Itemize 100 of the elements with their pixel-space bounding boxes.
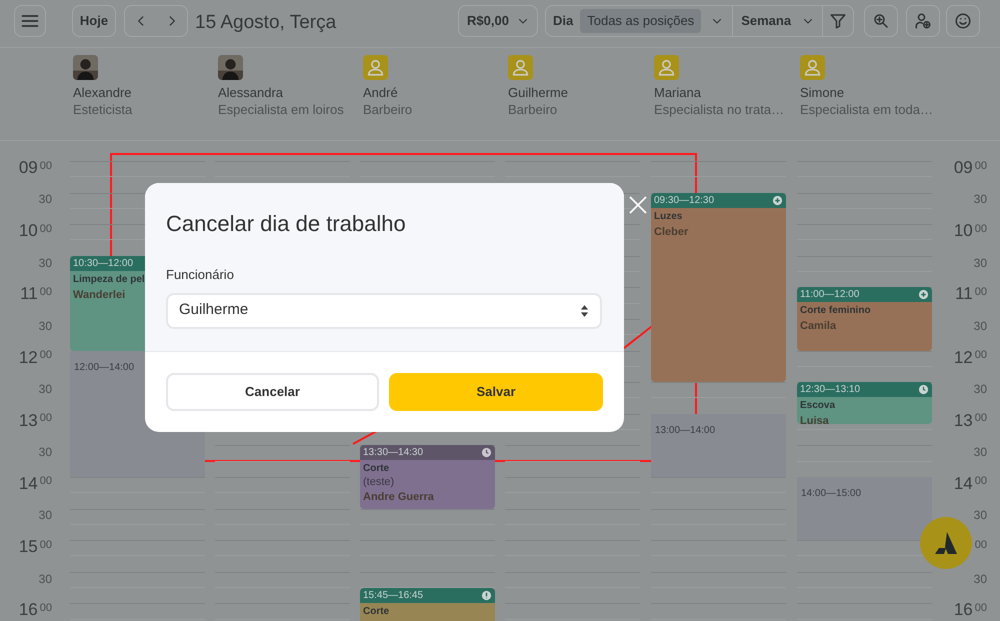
hour-label: 13 (18, 410, 38, 432)
minute-label: 00 (40, 474, 52, 490)
hour-label: 10 (18, 220, 38, 242)
minute-label: 00 (974, 158, 987, 174)
hour-label: 13 (954, 410, 973, 432)
hour-label: 14 (18, 472, 38, 495)
appointment-time: 11:00—12:00 (800, 288, 860, 302)
appointment-card[interactable]: 12:30—13:10 Escova Luisa (797, 382, 932, 424)
menu-button[interactable] (14, 5, 46, 37)
minute-label: 30 (974, 318, 987, 335)
add-staff-button[interactable] (906, 5, 940, 37)
staff-name: Guilherme (508, 84, 568, 101)
today-button[interactable]: Hoje (72, 5, 116, 37)
appointment-card[interactable]: 11:00—12:00 Corte feminino Camila (797, 287, 932, 351)
time-label: 13:00—14:00 (655, 424, 716, 436)
plus-circle-icon (918, 289, 929, 300)
close-icon (628, 195, 648, 215)
minute-label: 00 (974, 600, 987, 616)
plus-circle-icon (772, 194, 783, 206)
hour-label: 12 (954, 346, 973, 369)
minute-label: 00 (974, 284, 987, 300)
zoom-in-icon (872, 12, 890, 30)
filter-icon (829, 12, 848, 30)
time-label: 14:00—15:00 (801, 488, 862, 499)
appointment-note: (teste) (363, 476, 394, 490)
staff-role: Especialista no trata… (654, 101, 784, 118)
staff-role: Barbeiro (363, 101, 412, 118)
date-title: 15 Agosto, Terça (195, 11, 336, 35)
minute-label: 30 (974, 254, 987, 272)
hour-label: 16 (18, 599, 38, 621)
hour-label: 14 (954, 472, 973, 495)
appointment-card[interactable]: 15:45—16:45 Corte (360, 588, 495, 621)
positions-chip[interactable]: Todas as posições (580, 9, 702, 33)
cancel-button[interactable]: Cancelar (166, 373, 379, 411)
hour-label: 11 (955, 283, 973, 306)
avatar-placeholder-icon (363, 55, 388, 80)
client-name: Andre Guerra (363, 490, 434, 506)
person-plus-icon (914, 12, 932, 30)
minute-label: 30 (974, 444, 987, 462)
staff-role: Especialista em loiros (218, 101, 344, 118)
save-button[interactable]: Salvar (389, 373, 603, 411)
smiley-icon (954, 12, 972, 30)
updown-icon (580, 304, 589, 318)
client-name: Camila (800, 319, 836, 334)
appointment-time: 09:30—12:30 (654, 194, 714, 208)
avatar-placeholder-icon (508, 55, 533, 80)
minute-label: 30 (974, 570, 987, 588)
appointment-card[interactable]: 09:30—12:30 Luzes Cleber (651, 192, 786, 382)
minute-label: 00 (40, 158, 52, 174)
employee-select[interactable]: Guilherme (166, 292, 602, 328)
minute-label: 00 (974, 538, 987, 553)
service-name: Corte (363, 604, 390, 619)
close-button[interactable] (628, 195, 648, 215)
minute-label: 30 (974, 380, 987, 398)
minute-label: 30 (38, 507, 52, 524)
minute-label: 00 (974, 474, 987, 490)
staff-role: Barbeiro (508, 101, 558, 118)
minute-label: 00 (40, 411, 52, 426)
floating-action-button[interactable] (920, 517, 972, 569)
zoom-button[interactable] (864, 5, 898, 37)
period-dropdown[interactable]: Semana (733, 6, 824, 36)
appointment-time: 12:30—13:10 (800, 383, 860, 398)
minute-label: 30 (38, 380, 52, 398)
minute-label: 30 (38, 191, 52, 208)
hour-label: 09 (18, 157, 38, 180)
minute-label: 00 (40, 600, 52, 616)
minute-label: 30 (38, 318, 52, 335)
clock-icon (918, 384, 929, 396)
service-name: Limpeza de pel (73, 272, 145, 287)
time-label: 12:00—14:00 (74, 362, 134, 373)
appointment-time: 15:45—16:45 (363, 588, 424, 603)
minute-label: 30 (38, 570, 52, 588)
staff-role: Esteticista (73, 101, 132, 118)
hour-label: 16 (954, 599, 973, 621)
hour-label: 15 (18, 536, 38, 558)
minute-label: 30 (38, 254, 52, 272)
hour-label: 12 (18, 346, 38, 369)
appointment-time: 13:30—14:30 (363, 446, 424, 460)
view-label: Dia (552, 12, 574, 30)
minute-label: 00 (40, 284, 52, 300)
minute-label: 30 (974, 191, 987, 208)
hour-label: 09 (954, 157, 973, 180)
service-name: Luzes (654, 210, 682, 224)
staff-name: Mariana (654, 84, 701, 101)
minute-label: 30 (38, 444, 52, 462)
minute-label: 00 (974, 222, 987, 237)
minute-label: 00 (974, 348, 987, 364)
staff-name: Simone (800, 84, 844, 101)
hour-label: 10 (954, 220, 973, 242)
staff-name: Alessandra (218, 84, 284, 101)
hour-label: 11 (20, 283, 38, 306)
minute-label: 30 (974, 507, 987, 524)
smiley-button[interactable] (946, 5, 980, 37)
staff-name: Alexandre (73, 84, 132, 101)
avatar-placeholder-icon (654, 55, 679, 80)
minute-label: 00 (40, 538, 52, 553)
staff-role: Especialista em toda… (800, 101, 933, 118)
revenue-dropdown[interactable]: R$0,00 (458, 5, 538, 37)
appointment-card[interactable]: 13:30—14:30 Corte (teste) Andre Guerra (360, 445, 495, 509)
clock-icon (481, 447, 492, 458)
